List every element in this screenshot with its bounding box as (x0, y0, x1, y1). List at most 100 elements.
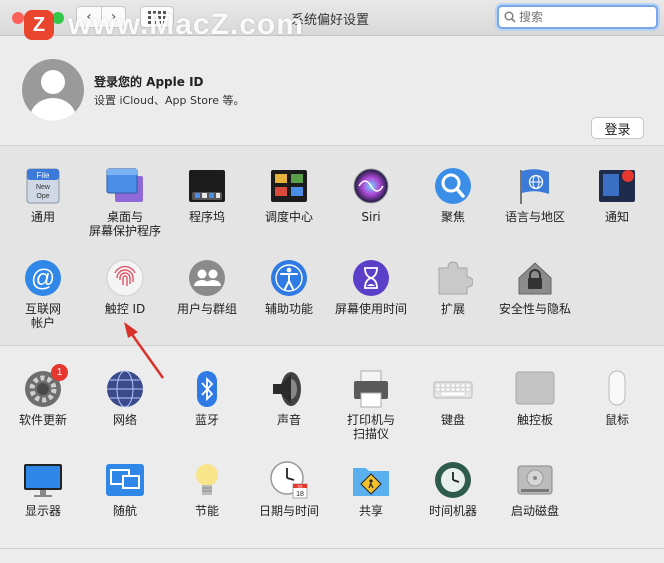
zoom-button[interactable] (52, 12, 64, 24)
keyboard-icon (433, 369, 473, 409)
title-bar: ‹ › 系统偏好设置 (0, 0, 664, 36)
pref-trackpad[interactable]: 触控板 (494, 369, 576, 427)
pref-mouse[interactable]: 鼠标 (576, 369, 658, 427)
pref-keyboard[interactable]: 键盘 (412, 369, 494, 427)
pref-language-region[interactable]: 语言与地区 (494, 166, 576, 224)
pref-label: 鼠标 (604, 413, 629, 427)
svg-text:18: 18 (296, 491, 304, 498)
pref-bluetooth[interactable]: 蓝牙 (166, 369, 248, 427)
pref-dock[interactable]: 程序坞 (166, 166, 248, 224)
gear-icon: 1 (23, 364, 68, 409)
accessibility-icon (269, 258, 309, 298)
pref-label: 蓝牙 (194, 413, 219, 427)
pref-sharing[interactable]: 共享 (330, 460, 412, 518)
pref-label: 触控 ID (104, 302, 146, 316)
pref-network[interactable]: 网络 (84, 369, 166, 427)
pref-general[interactable]: File New Ope 通用 (2, 166, 84, 224)
pref-label: 显示器 (24, 504, 61, 518)
pref-energy-saver[interactable]: 节能 (166, 460, 248, 518)
window-title: 系统偏好设置 (290, 13, 369, 28)
pref-label: 通用 (30, 210, 55, 224)
dock-icon (187, 166, 227, 206)
notifications-icon (597, 166, 637, 206)
printer-icon (351, 369, 391, 409)
pref-label: 辅助功能 (264, 302, 313, 316)
forward-button[interactable]: › (101, 7, 125, 27)
magnifier-icon (433, 166, 473, 206)
siri-icon (351, 166, 391, 206)
pref-siri[interactable]: Siri (330, 166, 412, 224)
pref-label: 安全性与隐私 (498, 302, 571, 316)
pref-label: 声音 (276, 413, 301, 427)
svg-text:File: File (37, 171, 50, 180)
pref-sidecar[interactable]: 随航 (84, 460, 166, 518)
pref-date-time[interactable]: JUL 18 日期与时间 (248, 460, 330, 518)
hourglass-icon (351, 258, 391, 298)
pref-label: 屏幕使用时间 (334, 302, 407, 316)
trackpad-icon (515, 369, 555, 409)
pref-security-privacy[interactable]: 安全性与隐私 (494, 258, 576, 316)
pref-label: 启动磁盘 (510, 504, 559, 518)
display-icon (23, 460, 63, 500)
pref-label: Siri (361, 210, 381, 224)
pref-desktop-screensaver[interactable]: 桌面与 屏幕保护程序 (84, 166, 166, 238)
users-icon (187, 258, 227, 298)
back-button[interactable]: ‹ (77, 7, 101, 27)
flag-icon (515, 166, 555, 206)
pref-label: 调度中心 (264, 210, 313, 224)
show-all-button[interactable] (140, 6, 174, 28)
svg-text:JUL: JUL (297, 485, 303, 489)
pref-mission-control[interactable]: 调度中心 (248, 166, 330, 224)
apple-id-subtitle: 设置 iCloud、App Store 等。 (94, 94, 245, 107)
pref-extensions[interactable]: 扩展 (412, 258, 494, 316)
pref-software-update[interactable]: 1 软件更新 (2, 364, 84, 427)
pref-label: 软件更新 (18, 413, 67, 427)
minimize-button[interactable] (32, 12, 44, 24)
svg-text:Ope: Ope (36, 193, 49, 200)
login-button[interactable]: 登录 (591, 117, 644, 139)
house-lock-icon (515, 258, 555, 298)
svg-text:@: @ (31, 265, 55, 292)
pref-screen-time[interactable]: 屏幕使用时间 (330, 258, 412, 316)
puzzle-icon (433, 258, 474, 298)
pref-label: 打印机与 扫描仪 (346, 413, 395, 441)
mission-control-icon (269, 166, 309, 206)
speaker-icon (269, 369, 309, 409)
pref-touch-id[interactable]: 触控 ID (84, 258, 166, 316)
bluetooth-icon (187, 369, 227, 409)
pref-accessibility[interactable]: 辅助功能 (248, 258, 330, 316)
pref-sound[interactable]: 声音 (248, 369, 330, 427)
pref-spotlight[interactable]: 聚焦 (412, 166, 494, 224)
close-button[interactable] (12, 12, 24, 24)
grid-icon (148, 10, 166, 24)
svg-text:New: New (36, 184, 51, 191)
pref-notifications[interactable]: 通知 (576, 166, 658, 224)
pref-internet-accounts[interactable]: @ 互联网 帐户 (2, 258, 84, 330)
pref-label: 语言与地区 (504, 210, 565, 224)
pref-label: 聚焦 (440, 210, 465, 224)
at-sign-icon: @ (23, 258, 63, 298)
globe-icon (105, 369, 145, 409)
search-field[interactable] (497, 5, 658, 29)
pref-label: 程序坞 (188, 210, 225, 224)
pref-label: 键盘 (440, 413, 465, 427)
pref-users-groups[interactable]: 用户与群组 (166, 258, 248, 316)
search-icon (504, 11, 516, 23)
pref-startup-disk[interactable]: 启动磁盘 (494, 460, 576, 518)
pref-label: 用户与群组 (176, 302, 237, 316)
avatar[interactable] (22, 59, 84, 121)
pref-printers-scanners[interactable]: 打印机与 扫描仪 (330, 369, 412, 441)
divider (0, 345, 664, 346)
desktop-icon (105, 166, 145, 206)
navigation-buttons: ‹ › (76, 6, 126, 28)
pref-label: 随航 (112, 504, 137, 518)
pref-label: 触控板 (516, 413, 553, 427)
pref-label: 节能 (194, 504, 219, 518)
search-input[interactable] (519, 10, 649, 24)
pref-displays[interactable]: 显示器 (2, 460, 84, 518)
fingerprint-icon (105, 258, 145, 298)
pref-label: 互联网 帐户 (24, 302, 61, 330)
general-icon: File New Ope (23, 166, 63, 206)
pref-time-machine[interactable]: 时间机器 (412, 460, 494, 518)
sharing-folder-icon (351, 460, 391, 500)
